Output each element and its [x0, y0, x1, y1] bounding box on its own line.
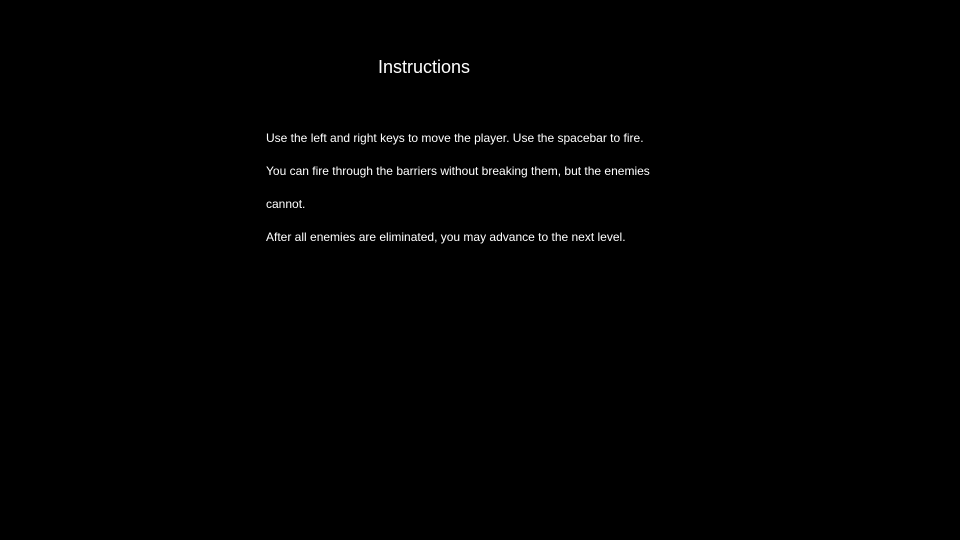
- instruction-line-controls: Use the left and right keys to move the …: [266, 131, 644, 145]
- instruction-line-barriers-continued: cannot.: [266, 197, 306, 211]
- instructions-screen: Instructions Use the left and right keys…: [0, 0, 960, 540]
- instruction-line-barriers: You can fire through the barriers withou…: [266, 164, 650, 178]
- instruction-line-next-level: After all enemies are eliminated, you ma…: [266, 230, 626, 244]
- page-title: Instructions: [378, 57, 471, 77]
